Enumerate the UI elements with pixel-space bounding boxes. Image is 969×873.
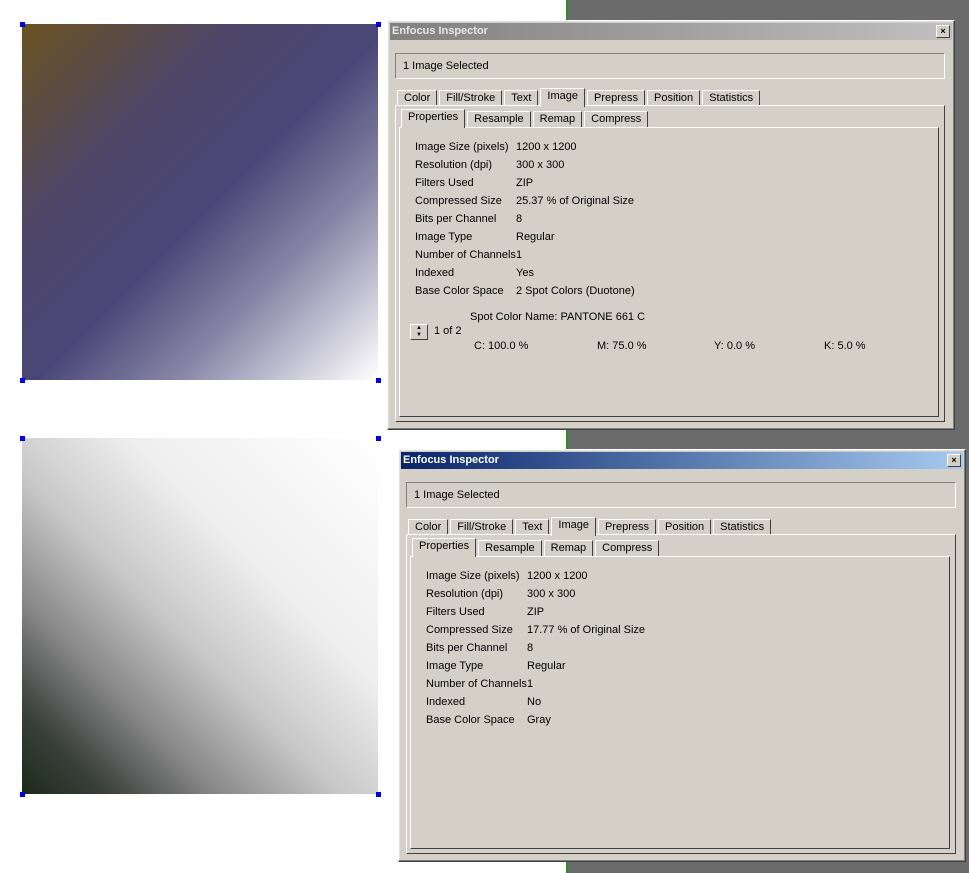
property-label: Filters Used bbox=[426, 606, 485, 618]
property-value: Yes bbox=[516, 267, 534, 279]
property-label: Indexed bbox=[426, 696, 466, 708]
selection-handle[interactable] bbox=[20, 22, 25, 27]
subtab-resample[interactable]: Resample bbox=[467, 111, 531, 127]
subtab-resample[interactable]: Resample bbox=[478, 540, 542, 556]
property-label: Image Type bbox=[415, 231, 473, 243]
subtab-compress[interactable]: Compress bbox=[595, 540, 660, 556]
property-label: Bits per Channel bbox=[426, 642, 508, 654]
subtab-remap[interactable]: Remap bbox=[543, 540, 594, 556]
selection-status: 1 Image Selected bbox=[406, 482, 956, 508]
property-label: Image Size (pixels) bbox=[426, 570, 520, 582]
tab-text[interactable]: Text bbox=[515, 519, 550, 535]
tab-image[interactable]: Image bbox=[551, 517, 596, 536]
subtab-remap[interactable]: Remap bbox=[532, 111, 583, 127]
property-label: Indexed bbox=[415, 267, 455, 279]
status-text: 1 Image Selected bbox=[414, 489, 500, 501]
title-bar[interactable]: Enfocus Inspector × bbox=[401, 452, 963, 469]
black-value: K: 5.0 % bbox=[824, 340, 866, 352]
inspector-window-bottom: Enfocus Inspector × 1 Image Selected Col… bbox=[398, 449, 966, 862]
sub-tabs: Properties Resample Remap Compress bbox=[401, 109, 650, 128]
selection-handle[interactable] bbox=[376, 22, 381, 27]
property-value: 300 x 300 bbox=[516, 159, 565, 171]
image-tab-panel: Properties Resample Remap Compress Image… bbox=[395, 105, 945, 422]
property-label: Number of Channels bbox=[415, 249, 516, 261]
selection-handle[interactable] bbox=[20, 792, 25, 797]
property-label: Number of Channels bbox=[426, 678, 527, 690]
property-value: Regular bbox=[527, 660, 566, 672]
property-label: Base Color Space bbox=[415, 285, 504, 297]
property-value: 8 bbox=[527, 642, 534, 654]
spot-color-name: Spot Color Name: PANTONE 661 C bbox=[470, 311, 646, 323]
inspector-window-top: Enfocus Inspector × 1 Image Selected Col… bbox=[387, 20, 955, 430]
property-value: ZIP bbox=[516, 177, 534, 189]
title-bar[interactable]: Enfocus Inspector × bbox=[390, 23, 952, 40]
property-label: Compressed Size bbox=[415, 195, 502, 207]
tab-image[interactable]: Image bbox=[540, 88, 585, 107]
tab-prepress[interactable]: Prepress bbox=[586, 90, 645, 106]
selection-handle[interactable] bbox=[20, 378, 25, 383]
property-value: Gray bbox=[527, 714, 551, 726]
image-tab-panel: Properties Resample Remap Compress Image… bbox=[406, 534, 956, 854]
main-tabs: Color Fill/Stroke Text Image Prepress Po… bbox=[397, 88, 762, 107]
window-title: Enfocus Inspector bbox=[392, 25, 488, 37]
tab-statistics[interactable]: Statistics bbox=[713, 519, 772, 535]
properties-panel: Image Size (pixels) 1200 x 1200 Resolutio… bbox=[410, 556, 950, 849]
property-label: Resolution (dpi) bbox=[415, 159, 493, 171]
property-label: Resolution (dpi) bbox=[426, 588, 504, 600]
tab-color[interactable]: Color bbox=[408, 519, 449, 535]
selection-handle[interactable] bbox=[376, 436, 381, 441]
subtab-properties[interactable]: Properties bbox=[412, 538, 477, 557]
cyan-value: C: 100.0 % bbox=[474, 340, 529, 352]
property-value: ZIP bbox=[527, 606, 545, 618]
spin-down-icon[interactable]: ▼ bbox=[411, 332, 427, 339]
window-title: Enfocus Inspector bbox=[403, 454, 499, 466]
property-value: 1 bbox=[516, 249, 523, 261]
property-label: Compressed Size bbox=[426, 624, 513, 636]
magenta-value: M: 75.0 % bbox=[597, 340, 647, 352]
spot-color-spinner[interactable]: ▲ ▼ bbox=[410, 324, 428, 340]
selection-handle[interactable] bbox=[376, 378, 381, 383]
selection-status: 1 Image Selected bbox=[395, 53, 945, 79]
property-value: 1200 x 1200 bbox=[527, 570, 588, 582]
page-edge-bottom bbox=[566, 430, 568, 450]
property-label: Bits per Channel bbox=[415, 213, 497, 225]
property-value: 25.37 % of Original Size bbox=[516, 195, 635, 207]
yellow-value: Y: 0.0 % bbox=[714, 340, 755, 352]
tab-position[interactable]: Position bbox=[658, 519, 712, 535]
property-value: No bbox=[527, 696, 542, 708]
property-value: 17.77 % of Original Size bbox=[527, 624, 646, 636]
subtab-compress[interactable]: Compress bbox=[584, 111, 649, 127]
property-value: 2 Spot Colors (Duotone) bbox=[516, 285, 635, 297]
tab-position[interactable]: Position bbox=[647, 90, 701, 106]
selection-handle[interactable] bbox=[20, 436, 25, 441]
property-value: 8 bbox=[516, 213, 523, 225]
property-label: Filters Used bbox=[415, 177, 474, 189]
close-icon[interactable]: × bbox=[936, 25, 950, 38]
subtab-properties[interactable]: Properties bbox=[401, 109, 466, 128]
sub-tabs: Properties Resample Remap Compress bbox=[412, 538, 661, 557]
tab-text[interactable]: Text bbox=[504, 90, 539, 106]
tab-statistics[interactable]: Statistics bbox=[702, 90, 761, 106]
grayscale-image[interactable] bbox=[22, 438, 378, 794]
close-icon[interactable]: × bbox=[947, 454, 961, 467]
properties-panel: Image Size (pixels) 1200 x 1200 Resolutio… bbox=[399, 127, 939, 417]
duotone-image[interactable] bbox=[22, 24, 378, 380]
property-label: Image Size (pixels) bbox=[415, 141, 509, 153]
property-value: 300 x 300 bbox=[527, 588, 576, 600]
tab-prepress[interactable]: Prepress bbox=[597, 519, 656, 535]
selection-handle[interactable] bbox=[376, 792, 381, 797]
status-text: 1 Image Selected bbox=[403, 60, 489, 72]
spin-up-icon[interactable]: ▲ bbox=[411, 325, 427, 332]
main-tabs: Color Fill/Stroke Text Image Prepress Po… bbox=[408, 517, 773, 536]
page-edge-top bbox=[566, 0, 568, 20]
property-label: Image Type bbox=[426, 660, 484, 672]
property-value: 1 bbox=[527, 678, 534, 690]
property-label: Base Color Space bbox=[426, 714, 515, 726]
tab-fill-stroke[interactable]: Fill/Stroke bbox=[439, 90, 503, 106]
tab-fill-stroke[interactable]: Fill/Stroke bbox=[450, 519, 514, 535]
property-value: 1200 x 1200 bbox=[516, 141, 577, 153]
property-value: Regular bbox=[516, 231, 555, 243]
spot-color-counter: 1 of 2 bbox=[434, 325, 462, 337]
tab-color[interactable]: Color bbox=[397, 90, 438, 106]
